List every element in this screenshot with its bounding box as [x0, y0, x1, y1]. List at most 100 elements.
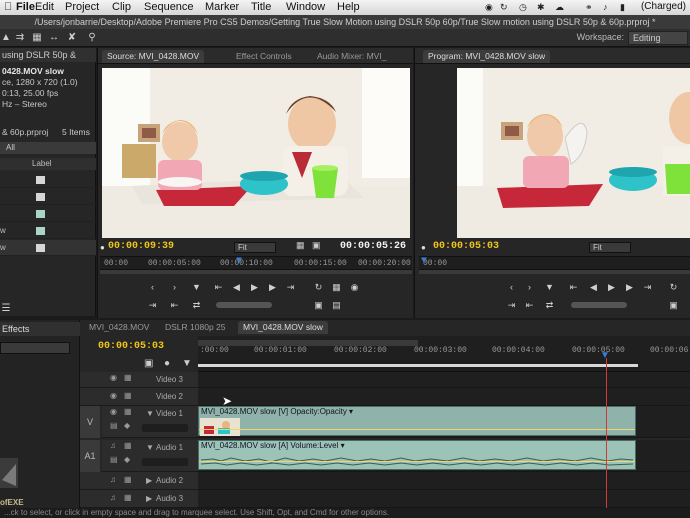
- source-track-a1[interactable]: A1: [80, 440, 100, 472]
- eye-icon[interactable]: ◉: [110, 392, 118, 400]
- clear-in-icon[interactable]: ⇥: [505, 300, 518, 311]
- insert-icon[interactable]: ▦: [330, 282, 343, 293]
- list-item[interactable]: [0, 172, 96, 188]
- step-forward-icon[interactable]: ▶: [266, 282, 279, 293]
- speaker-icon[interactable]: ♫: [110, 476, 118, 484]
- volume-rubberband[interactable]: [199, 461, 635, 462]
- mark-out-icon[interactable]: ›: [523, 282, 536, 292]
- tray-cloud-icon[interactable]: ☁: [555, 3, 565, 12]
- tray-clock-icon[interactable]: ◷: [519, 3, 529, 12]
- track-header-audio1[interactable]: ♫ ▦ ▤ ◆ ▼ Audio 1: [102, 440, 198, 472]
- timeline-timecode[interactable]: 00:00:05:03: [98, 341, 164, 352]
- list-item[interactable]: [0, 189, 96, 205]
- source-fit-select[interactable]: Fit: [234, 242, 276, 253]
- menu-window[interactable]: Window: [286, 1, 325, 13]
- menu-file[interactable]: File: [16, 1, 35, 13]
- lock-icon[interactable]: ▦: [124, 476, 132, 484]
- track-lane-audio3[interactable]: [198, 490, 690, 508]
- go-to-in-icon[interactable]: ⇤: [212, 282, 225, 293]
- expand-icon[interactable]: ▶: [146, 494, 152, 503]
- eye-icon[interactable]: ◉: [110, 408, 118, 416]
- audio-clip[interactable]: MVI_0428.MOV slow [A] Volume:Level ▾: [198, 440, 636, 470]
- program-current-timecode[interactable]: 00:00:05:03: [433, 241, 499, 252]
- mark-out-icon[interactable]: ›: [168, 282, 181, 292]
- tab-sequence-mvi[interactable]: MVI_0428.MOV: [84, 321, 154, 334]
- expand-icon[interactable]: ▶: [146, 476, 152, 485]
- selection-tool-icon[interactable]: ▲: [0, 32, 12, 44]
- tab-source[interactable]: Source: MVI_0428.MOV: [102, 50, 205, 63]
- timeline-ruler[interactable]: :00:00 00:00:01:00 00:00:02:00 00:00:03:…: [198, 336, 690, 372]
- program-playhead-icon[interactable]: ▼: [421, 256, 427, 267]
- wifi-icon[interactable]: ⚭: [585, 3, 595, 12]
- keyframe-icon[interactable]: ◆: [124, 456, 132, 464]
- keyframe-nav[interactable]: [142, 424, 188, 432]
- play-icon[interactable]: ▶: [248, 282, 261, 293]
- menu-marker[interactable]: Marker: [205, 1, 239, 13]
- menu-sequence[interactable]: Sequence: [144, 1, 194, 13]
- tab-sequence-dslr[interactable]: DSLR 1080p 25: [160, 321, 231, 334]
- slip-tool-icon[interactable]: ↔: [48, 32, 60, 44]
- video-clip[interactable]: MVI_0428.MOV slow [V] Opacity:Opacity ▾: [198, 406, 636, 436]
- tab-effect-controls[interactable]: Effect Controls: [231, 50, 297, 63]
- track-header-video2[interactable]: ◉ ▦ Video 2: [80, 388, 198, 406]
- display-style-icon[interactable]: ▤: [110, 422, 118, 430]
- menu-clip[interactable]: Clip: [112, 1, 131, 13]
- go-to-in-icon[interactable]: ⇤: [567, 282, 580, 293]
- source-zoom-bar[interactable]: [100, 270, 412, 274]
- source-current-timecode[interactable]: 00:00:09:39: [108, 241, 174, 252]
- speaker-icon[interactable]: ♫: [110, 442, 118, 450]
- clear-in-icon[interactable]: ⇥: [146, 300, 159, 311]
- jog-shuttle[interactable]: [571, 302, 627, 308]
- safe-margins-icon[interactable]: ▦: [296, 240, 305, 251]
- source-playhead-icon[interactable]: ▼: [236, 256, 242, 267]
- volume-icon[interactable]: ♪: [603, 3, 613, 12]
- go-to-out-icon[interactable]: ⇥: [284, 282, 297, 293]
- play-in-out-icon[interactable]: ⇄: [543, 300, 556, 311]
- step-back-icon[interactable]: ◀: [587, 282, 600, 293]
- source-track-v[interactable]: V: [80, 406, 100, 438]
- tab-effects[interactable]: Effects: [0, 322, 80, 336]
- lock-icon[interactable]: ▦: [124, 392, 132, 400]
- add-marker-icon[interactable]: ▼: [543, 282, 556, 292]
- eye-icon[interactable]: ◉: [110, 374, 118, 382]
- zoom-tool-icon[interactable]: ⚲: [86, 32, 98, 44]
- menu-help[interactable]: Help: [337, 1, 360, 13]
- lock-icon[interactable]: ▦: [124, 374, 132, 382]
- track-lane-audio1[interactable]: MVI_0428.MOV slow [A] Volume:Level ▾: [198, 440, 690, 472]
- program-zoom-bar[interactable]: [419, 270, 690, 274]
- output-icon[interactable]: ▣: [312, 240, 321, 251]
- ripple-edit-icon[interactable]: ▦: [31, 32, 43, 44]
- track-lane-audio2[interactable]: [198, 472, 690, 490]
- list-item[interactable]: w: [0, 240, 96, 256]
- razor-tool-icon[interactable]: ✘: [66, 32, 78, 44]
- snap-icon[interactable]: ▣: [144, 358, 153, 369]
- timeline-playhead-line[interactable]: [606, 358, 607, 508]
- list-item[interactable]: [0, 206, 96, 222]
- mark-in-icon[interactable]: ‹: [146, 282, 159, 292]
- lift-icon[interactable]: ▣: [667, 300, 680, 311]
- go-prev-marker-icon[interactable]: ⇤: [523, 300, 536, 311]
- lock-icon[interactable]: ▦: [124, 494, 132, 502]
- speaker-icon[interactable]: ♫: [110, 494, 118, 502]
- loop-icon[interactable]: ↻: [667, 282, 680, 293]
- track-select-icon[interactable]: ⇉: [14, 32, 26, 44]
- program-fit-select[interactable]: Fit: [589, 242, 631, 253]
- timeline-playhead-icon[interactable]: ▼: [600, 350, 610, 361]
- menu-project[interactable]: Project: [65, 1, 99, 13]
- tab-sequence-slow[interactable]: MVI_0428.MOV slow: [238, 321, 328, 334]
- workspace-select[interactable]: Editing: [628, 31, 688, 45]
- list-item[interactable]: w: [0, 223, 96, 239]
- source-video-frame[interactable]: [102, 68, 410, 238]
- camera-icon[interactable]: ◉: [348, 282, 361, 293]
- step-back-icon[interactable]: ◀: [230, 282, 243, 293]
- effects-search-input[interactable]: [0, 342, 70, 354]
- add-marker-icon[interactable]: ▼: [182, 358, 192, 369]
- track-lane-video3[interactable]: [198, 372, 690, 388]
- keyframe-icon[interactable]: ◆: [124, 422, 132, 430]
- bluetooth-icon[interactable]: ✱: [537, 3, 547, 12]
- battery-icon[interactable]: ▮: [620, 3, 632, 12]
- keyframe-nav[interactable]: [142, 458, 188, 466]
- tab-audio-mixer[interactable]: Audio Mixer: MVI_: [312, 50, 391, 63]
- play-in-out-icon[interactable]: ⇄: [190, 300, 203, 311]
- step-forward-icon[interactable]: ▶: [623, 282, 636, 293]
